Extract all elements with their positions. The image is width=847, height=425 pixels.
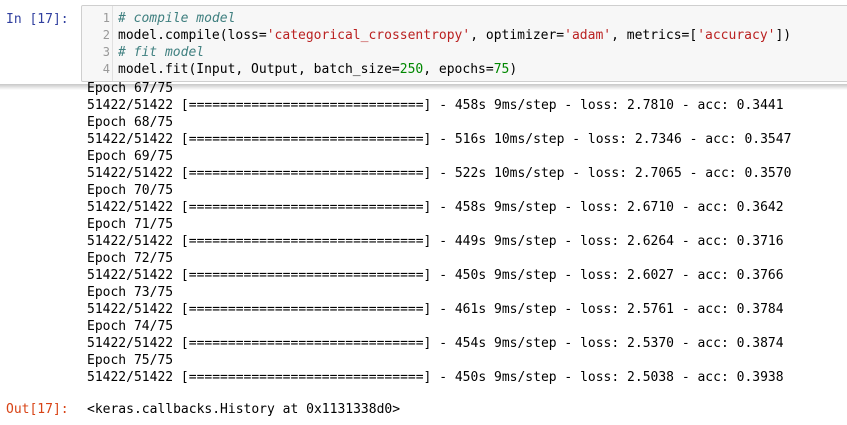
code-token: 'categorical_crossentropy': [266, 28, 471, 43]
code-token: ]): [775, 28, 792, 43]
code-token: 75: [493, 62, 510, 77]
code-token: 'adam': [564, 28, 612, 43]
output-result: <keras.callbacks.History at 0x1131338d0>: [87, 402, 401, 417]
code-line[interactable]: 4 model.fit(Input, Output, batch_size=250…: [82, 61, 847, 78]
epoch-header: Epoch 71/75: [87, 217, 174, 232]
code-token: , metrics=[: [611, 28, 698, 43]
code-token: model.fit(Input, Output, batch_size=: [118, 62, 400, 77]
code-token: # fit model: [118, 45, 205, 60]
code-token: , epochs=: [423, 62, 494, 77]
epoch-progress-line: 51422/51422 [===========================…: [87, 132, 792, 147]
code-token: # compile model: [118, 11, 236, 26]
code-line[interactable]: 3 # fit model: [82, 44, 847, 61]
line-number: 4: [102, 62, 110, 76]
code-token: model.compile(loss=: [118, 28, 267, 43]
line-number: 2: [102, 28, 110, 42]
line-number: 3: [102, 45, 110, 59]
epoch-header: Epoch 74/75: [87, 319, 174, 334]
code-text: model.fit(Input, Output, batch_size=250,…: [118, 61, 517, 78]
epoch-progress-line: 51422/51422 [===========================…: [87, 234, 784, 249]
code-text: # compile model: [118, 10, 235, 27]
epoch-progress-line: 51422/51422 [===========================…: [87, 302, 784, 317]
code-line[interactable]: 2 model.compile(loss='categorical_crossen…: [82, 27, 847, 44]
epoch-header: Epoch 70/75: [87, 183, 174, 198]
epoch-progress-line: 51422/51422 [===========================…: [87, 268, 784, 283]
code-editor[interactable]: 1 # compile model 2 model.compile(loss='cat…: [81, 5, 847, 82]
code-token: 'accuracy': [697, 28, 776, 43]
epoch-header: Epoch 75/75: [87, 353, 174, 368]
output-prompt: Out[17]:: [6, 402, 69, 417]
code-text: # fit model: [118, 44, 204, 61]
code-text: model.compile(loss='categorical_crossent…: [118, 27, 791, 44]
epoch-header: Epoch 67/75: [87, 81, 174, 96]
epoch-header: Epoch 69/75: [87, 149, 174, 164]
code-token: 250: [399, 62, 424, 77]
line-number: 1: [102, 11, 110, 25]
input-prompt: In [17]:: [6, 12, 69, 27]
epoch-header: Epoch 73/75: [87, 285, 174, 300]
code-token: ): [509, 62, 518, 77]
epoch-progress-line: 51422/51422 [===========================…: [87, 98, 784, 113]
epoch-header: Epoch 72/75: [87, 251, 174, 266]
epoch-header: Epoch 68/75: [87, 115, 174, 130]
epoch-progress-line: 51422/51422 [===========================…: [87, 370, 784, 385]
epoch-progress-line: 51422/51422 [===========================…: [87, 336, 784, 351]
code-line[interactable]: 1 # compile model: [82, 10, 847, 27]
code-token: , optimizer=: [470, 28, 565, 43]
epoch-progress-line: 51422/51422 [===========================…: [87, 200, 784, 215]
epoch-progress-line: 51422/51422 [===========================…: [87, 166, 792, 181]
